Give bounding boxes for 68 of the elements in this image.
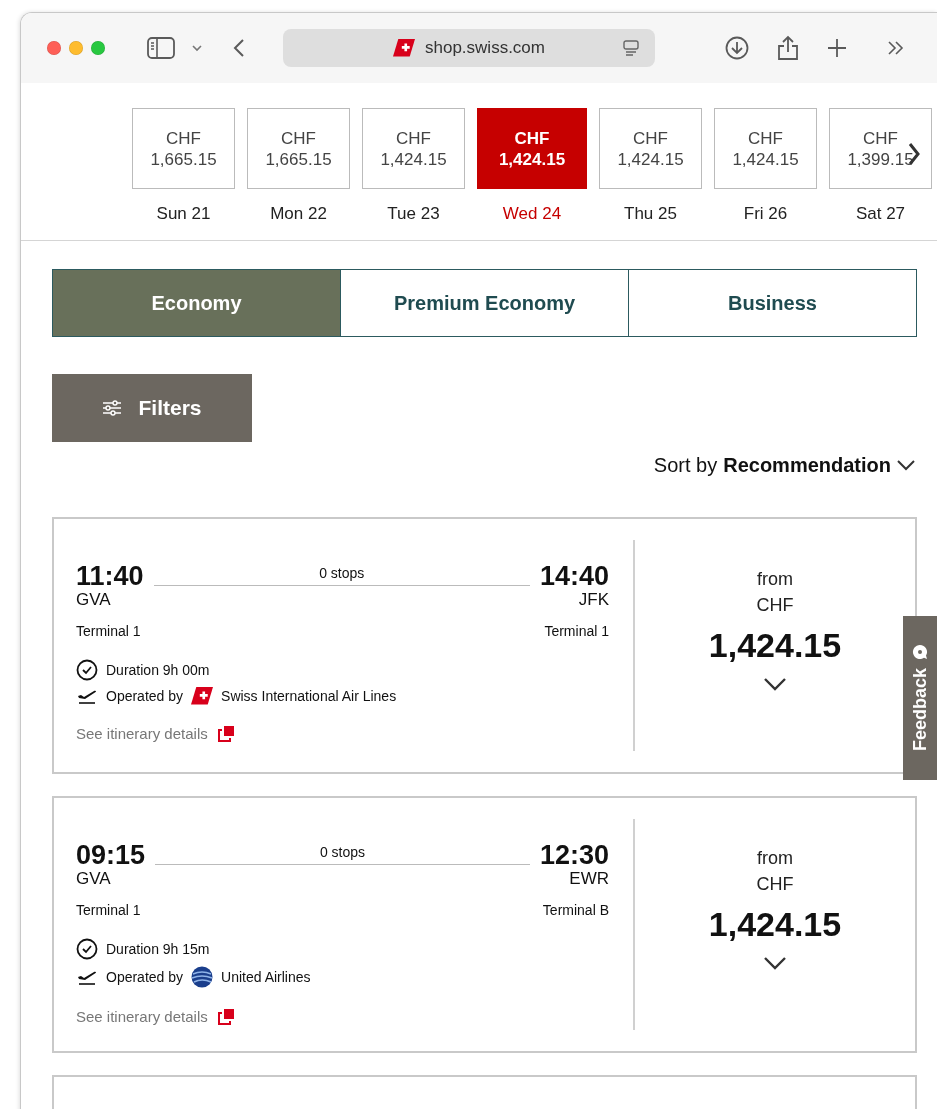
external-link-icon xyxy=(217,725,235,742)
date-price-card[interactable]: CHF 1,399.15 xyxy=(829,108,932,189)
airline-name: United Airlines xyxy=(221,969,311,985)
date-price-card[interactable]: CHF 1,424.15 xyxy=(714,108,817,189)
share-icon[interactable] xyxy=(777,35,799,61)
itinerary-details-link[interactable]: See itinerary details xyxy=(76,1008,235,1025)
arrival-terminal: Terminal 1 xyxy=(544,623,609,639)
itinerary-details-link[interactable]: See itinerary details xyxy=(76,725,235,742)
day-label: Wed 24 xyxy=(502,204,562,224)
clock-icon xyxy=(76,938,98,960)
departure-airport: GVA xyxy=(76,869,111,888)
date-price-card[interactable]: CHF 1,665.15 xyxy=(132,108,235,189)
day-label: Sat 27 xyxy=(855,204,906,224)
back-icon[interactable] xyxy=(233,38,245,58)
sidebar-icon[interactable] xyxy=(147,37,175,59)
fare-price: 1,424.15 xyxy=(708,626,842,665)
fare-price: 1,424.15 xyxy=(708,905,842,944)
feedback-button[interactable]: Feedback xyxy=(903,616,937,780)
date-price-card[interactable]: CHF 1,424.15 xyxy=(477,108,587,189)
expand-button[interactable] xyxy=(763,956,787,970)
chevron-down-icon xyxy=(897,460,915,471)
sliders-icon xyxy=(102,400,123,416)
operated-by-label: Operated by xyxy=(106,969,184,985)
duration-label: Duration 9h 00m xyxy=(106,662,210,678)
price-prefix: from xyxy=(757,568,793,591)
close-icon[interactable] xyxy=(47,41,61,55)
globe-logo-icon xyxy=(191,966,214,988)
airline-logo-icon xyxy=(393,39,415,57)
day-label: Mon 22 xyxy=(270,204,327,224)
arrival-airport: EWR xyxy=(569,869,609,888)
departure-airport: GVA xyxy=(76,590,111,609)
arrival-airport: JFK xyxy=(578,590,609,609)
day-label: Thu 25 xyxy=(624,204,677,224)
arrival-time: 12:30 xyxy=(539,841,609,869)
operated-by-label: Operated by xyxy=(106,688,184,704)
plus-icon[interactable] xyxy=(827,38,847,58)
duration-label: Duration 9h 15m xyxy=(106,941,210,957)
external-link-icon xyxy=(217,1008,235,1025)
clock-icon xyxy=(76,659,98,681)
departure-terminal: Terminal 1 xyxy=(76,623,141,639)
airline-logo-icon xyxy=(191,687,214,705)
reader-icon[interactable] xyxy=(623,40,639,56)
filters-button[interactable]: Filters xyxy=(52,374,252,442)
chat-icon xyxy=(912,644,928,661)
arrival-terminal: Terminal B xyxy=(542,902,609,918)
departure-terminal: Terminal 1 xyxy=(76,902,141,918)
stops-label: 0 stops xyxy=(319,844,366,860)
date-price-card[interactable]: CHF 1,424.15 xyxy=(362,108,465,189)
download-icon[interactable] xyxy=(725,36,749,60)
cabin-tab[interactable]: Economy xyxy=(53,270,340,336)
price-prefix: from xyxy=(757,847,793,870)
arrival-time: 14:40 xyxy=(539,562,609,590)
departure-time: 09:15 xyxy=(76,841,146,869)
date-price-card[interactable]: CHF 1,424.15 xyxy=(599,108,702,189)
sort-dropdown[interactable]: Sort by Recommendation xyxy=(653,454,915,477)
date-price-card[interactable]: CHF 1,665.15 xyxy=(247,108,350,189)
currency-label: CHF xyxy=(756,873,794,896)
stops-label: 0 stops xyxy=(319,565,365,581)
airline-name: Swiss International Air Lines xyxy=(221,688,397,704)
day-label: Sun 21 xyxy=(156,204,211,224)
currency-label: CHF xyxy=(756,594,794,617)
expand-button[interactable] xyxy=(763,677,787,691)
more-tabs-icon[interactable] xyxy=(887,40,905,56)
day-label: Tue 23 xyxy=(387,204,440,224)
address-bar[interactable]: shop.swiss.com xyxy=(283,29,655,67)
day-label: Fri 26 xyxy=(743,204,788,224)
chevron-down-icon[interactable] xyxy=(191,44,203,52)
departure-time: 11:40 xyxy=(76,562,144,590)
